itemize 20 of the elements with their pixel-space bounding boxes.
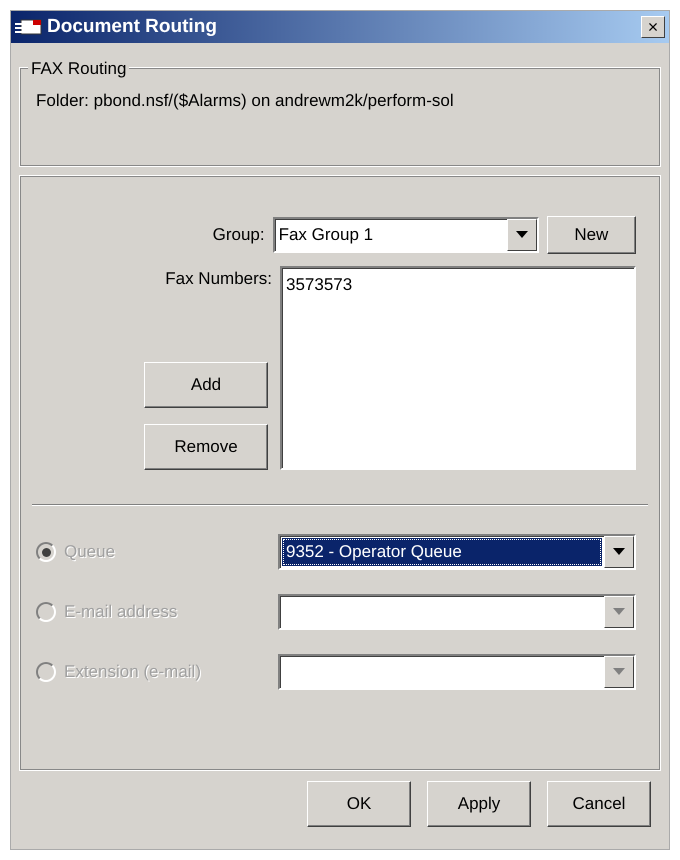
caret-icon: [613, 668, 625, 676]
list-item[interactable]: 3573573: [286, 272, 630, 298]
fax-numbers-list[interactable]: 3573573: [280, 266, 636, 470]
dialog-button[interactable]: OK: [307, 781, 411, 827]
dropdown-arrow-button[interactable]: [506, 219, 537, 251]
caret-icon: [613, 548, 625, 556]
dialog-button[interactable]: Cancel: [547, 781, 651, 827]
remove-button[interactable]: Remove: [144, 424, 268, 470]
dialog-button[interactable]: Apply: [427, 781, 531, 827]
add-button[interactable]: Add: [144, 362, 268, 408]
caret-icon: [516, 231, 528, 239]
document-stack-icon: [15, 18, 43, 36]
new-button[interactable]: New: [546, 216, 636, 254]
window-title: Document Routing: [47, 14, 217, 39]
fax-numbers-label: Fax Numbers:: [165, 268, 272, 290]
caret-icon: [613, 608, 625, 616]
group-dropdown[interactable]: Fax Group 1: [272, 217, 539, 253]
close-button[interactable]: ×: [641, 16, 665, 38]
group-label: Group:: [212, 224, 265, 246]
folder-text: Folder: pbond.nsf/($Alarms) on andrewm2k/perform-sol: [36, 90, 455, 112]
